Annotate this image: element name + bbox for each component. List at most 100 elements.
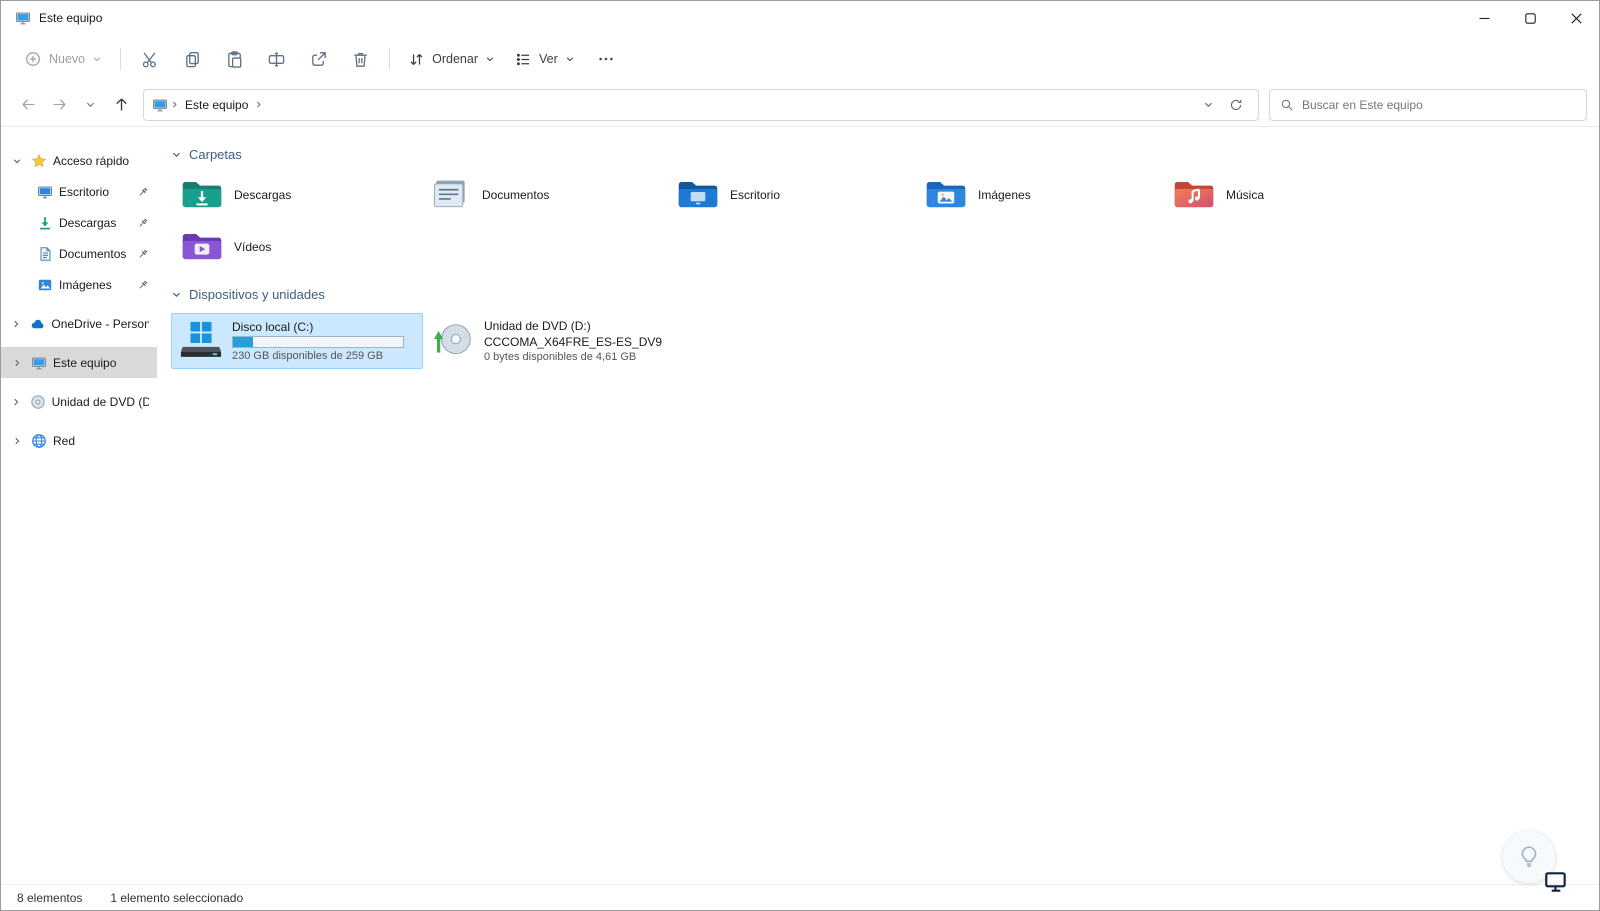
view-list-icon xyxy=(515,51,532,68)
folder-tile-escritorio[interactable]: Escritorio xyxy=(669,173,917,217)
share-button[interactable] xyxy=(298,42,338,76)
folder-tile-imagenes[interactable]: Imágenes xyxy=(917,173,1165,217)
desktop-folder-icon xyxy=(676,176,720,214)
documents-stack-icon xyxy=(428,176,472,214)
scissors-icon xyxy=(141,50,160,69)
section-title: Carpetas xyxy=(189,146,242,162)
folder-tile-videos[interactable]: Vídeos xyxy=(173,225,421,269)
sort-button-label: Ordenar xyxy=(432,52,478,66)
sort-button[interactable]: Ordenar xyxy=(399,44,504,75)
drives-grid: Disco local (C:) 230 GB disponibles de 2… xyxy=(171,313,1589,369)
pin-icon xyxy=(137,248,149,260)
folder-tile-descargas[interactable]: Descargas xyxy=(173,173,421,217)
delete-button[interactable] xyxy=(340,42,380,76)
picture-icon xyxy=(37,277,53,293)
network-globe-icon xyxy=(31,433,47,449)
sidebar-item-este-equipo[interactable]: Este equipo xyxy=(1,347,157,378)
monitor-icon xyxy=(1543,870,1569,894)
pin-icon xyxy=(137,217,149,229)
paste-button[interactable] xyxy=(214,42,254,76)
rename-icon xyxy=(267,50,286,69)
chevron-down-icon xyxy=(565,54,575,64)
sidebar-item-label: Acceso rápido xyxy=(53,153,130,168)
drive-info: Disco local (C:) 230 GB disponibles de 2… xyxy=(232,320,404,362)
drive-name: Unidad de DVD (D:) xyxy=(484,319,591,333)
sidebar-item-red[interactable]: Red xyxy=(1,425,157,456)
command-bar: Nuevo Ordenar Ver xyxy=(1,35,1599,83)
download-icon xyxy=(37,215,53,231)
drive-name: Disco local (C:) xyxy=(232,320,314,334)
document-icon xyxy=(37,246,53,262)
folder-label: Vídeos xyxy=(234,240,272,254)
section-header-carpetas[interactable]: Carpetas xyxy=(171,141,1589,167)
sidebar-item-label: OneDrive - Personal xyxy=(51,316,149,331)
close-button[interactable] xyxy=(1553,1,1599,35)
drive-tile-c[interactable]: Disco local (C:) 230 GB disponibles de 2… xyxy=(171,313,423,369)
cut-button[interactable] xyxy=(130,42,170,76)
folder-tile-documentos[interactable]: Documentos xyxy=(421,173,669,217)
minimize-button[interactable] xyxy=(1461,1,1507,35)
maximize-button[interactable] xyxy=(1507,1,1553,35)
chevron-right-icon xyxy=(254,100,263,109)
breadcrumb-this-pc[interactable]: Este equipo xyxy=(181,98,252,112)
search-box[interactable] xyxy=(1269,88,1587,121)
view-button[interactable]: Ver xyxy=(506,44,584,75)
sidebar-item-label: Documentos xyxy=(59,246,127,261)
trash-icon xyxy=(351,50,370,69)
desktop-icon xyxy=(37,184,53,200)
drive-info: Unidad de DVD (D:) CCCOMA_X64FRE_ES-ES_D… xyxy=(484,319,662,363)
more-options-button[interactable] xyxy=(586,42,626,76)
sidebar-item-label: Escritorio xyxy=(59,184,110,199)
sidebar-item-onedrive[interactable]: OneDrive - Personal xyxy=(1,308,157,339)
chevron-right-icon[interactable] xyxy=(9,397,24,407)
copy-button[interactable] xyxy=(172,42,212,76)
music-folder-icon xyxy=(1172,176,1216,214)
new-button-label: Nuevo xyxy=(49,52,86,66)
chevron-right-icon[interactable] xyxy=(9,319,23,329)
recent-locations-button[interactable] xyxy=(75,89,106,120)
address-bar[interactable]: Este equipo xyxy=(143,88,1259,121)
chevron-right-icon xyxy=(170,100,179,109)
window-controls xyxy=(1461,1,1599,35)
new-button[interactable]: Nuevo xyxy=(15,43,111,75)
this-pc-icon xyxy=(152,97,168,113)
file-explorer-window: Este equipo Nuevo Ordenar Ver Este equip… xyxy=(0,0,1600,911)
drive-tile-dvd[interactable]: Unidad de DVD (D:) CCCOMA_X64FRE_ES-ES_D… xyxy=(423,313,675,369)
share-icon xyxy=(309,50,328,69)
up-button[interactable] xyxy=(106,89,137,120)
sidebar-item-dvd-drive[interactable]: Unidad de DVD (D:) xyxy=(1,386,157,417)
pin-icon xyxy=(137,279,149,291)
sidebar-item-descargas[interactable]: Descargas xyxy=(1,207,157,238)
file-list-area: Carpetas Descargas Documentos Escritorio… xyxy=(157,127,1599,884)
sidebar-item-quick-access[interactable]: Acceso rápido xyxy=(1,145,157,176)
sort-icon xyxy=(408,51,425,68)
search-input[interactable] xyxy=(1302,97,1576,112)
folders-grid: Descargas Documentos Escritorio Imágenes… xyxy=(173,173,1589,269)
chevron-down-icon xyxy=(485,54,495,64)
drive-free-space: 0 bytes disponibles de 4,61 GB xyxy=(484,351,637,363)
chevron-right-icon[interactable] xyxy=(9,436,25,446)
dvd-disc-icon xyxy=(30,394,46,410)
forward-button[interactable] xyxy=(44,89,75,120)
window-title: Este equipo xyxy=(39,11,103,25)
sidebar-item-documentos[interactable]: Documentos xyxy=(1,238,157,269)
chevron-down-icon[interactable] xyxy=(9,156,25,166)
folder-label: Descargas xyxy=(234,188,292,202)
back-button[interactable] xyxy=(13,89,44,120)
toolbar-divider xyxy=(389,48,391,70)
sidebar-item-escritorio[interactable]: Escritorio xyxy=(1,176,157,207)
disk-usage-bar xyxy=(232,336,404,348)
refresh-button[interactable] xyxy=(1222,92,1250,118)
sidebar-item-imagenes[interactable]: Imágenes xyxy=(1,269,157,300)
this-pc-icon xyxy=(31,355,47,371)
folder-tile-musica[interactable]: Música xyxy=(1165,173,1413,217)
chevron-right-icon[interactable] xyxy=(9,358,25,368)
section-header-dispositivos[interactable]: Dispositivos y unidades xyxy=(171,281,1589,307)
view-button-label: Ver xyxy=(539,52,558,66)
navigation-pane: Acceso rápido Escritorio Descargas Docum… xyxy=(1,127,157,884)
address-dropdown-button[interactable] xyxy=(1194,92,1222,118)
chevron-down-icon xyxy=(171,289,182,300)
sidebar-item-label: Unidad de DVD (D:) xyxy=(51,394,149,409)
sidebar-item-label: Este equipo xyxy=(53,355,117,370)
rename-button[interactable] xyxy=(256,42,296,76)
